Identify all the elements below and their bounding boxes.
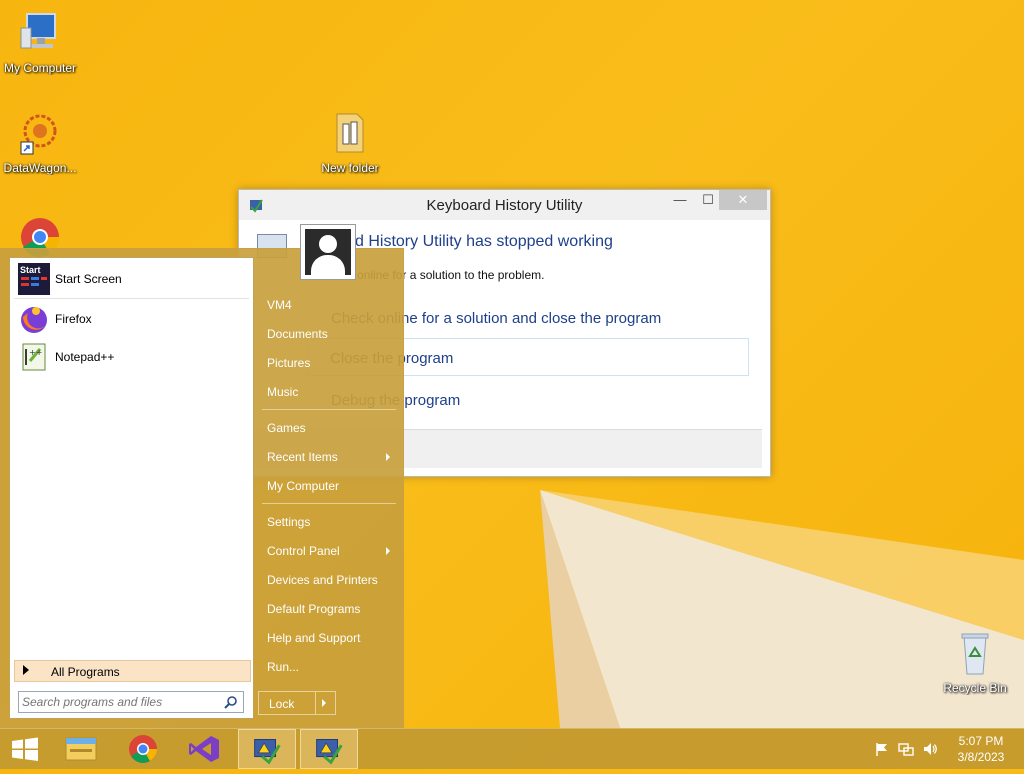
program-notepad-plus-plus[interactable]: ++ Notepad++ (14, 340, 250, 374)
network-icon[interactable] (898, 741, 914, 757)
menu-item-music[interactable]: Music (258, 380, 398, 404)
menu-item-settings[interactable]: Settings (258, 510, 398, 534)
desktop-icon-label: My Computer (3, 61, 77, 75)
divider (262, 503, 396, 504)
search-icon[interactable] (224, 695, 238, 709)
menu-item-help-and-support[interactable]: Help and Support (258, 626, 398, 650)
program-firefox[interactable]: Firefox (14, 302, 250, 336)
start-menu: Start Start Screen Firefox ++ Notepad++ … (0, 248, 404, 728)
menu-item-documents[interactable]: Documents (258, 322, 398, 346)
menu-item-pictures[interactable]: Pictures (258, 351, 398, 375)
menu-item-label: Settings (267, 515, 311, 529)
submenu-arrow-icon (386, 547, 390, 555)
program-label: Notepad++ (55, 350, 115, 364)
menu-item-label: Music (267, 385, 299, 399)
computer-icon (20, 13, 56, 49)
menu-item-label: Run... (267, 660, 300, 674)
menu-item-label: Documents (267, 327, 328, 341)
notepad-plus-plus-icon: ++ (22, 343, 46, 371)
menu-item-label: Default Programs (267, 602, 361, 616)
desktop-icon-label: DataWagon... (3, 161, 77, 175)
search-input[interactable] (22, 694, 218, 710)
user-picture[interactable] (300, 224, 356, 280)
taskbar: 5:07 PM 3/8/2023 (0, 728, 1024, 769)
minimize-button[interactable]: — (669, 190, 691, 210)
divider (315, 692, 316, 714)
menu-item-games[interactable]: Games (258, 416, 398, 440)
taskbar-chrome[interactable] (118, 729, 168, 769)
menu-item-my-computer[interactable]: My Computer (258, 474, 398, 498)
start-menu-places-pane: VM4 Documents Pictures Music Games Recen… (258, 249, 405, 727)
start-menu-programs-pane: Start Start Screen Firefox ++ Notepad++ … (9, 257, 254, 719)
desktop-icon-datawagon[interactable]: DataWagon... (0, 110, 82, 175)
datawagon-icon (20, 114, 57, 155)
program-label: Start Screen (55, 272, 122, 286)
menu-item-label: Recent Items (267, 450, 338, 464)
menu-item-run[interactable]: Run... (258, 655, 398, 679)
menu-item-label: My Computer (267, 479, 340, 493)
menu-item-default-programs[interactable]: Default Programs (258, 597, 398, 621)
menu-item-control-panel[interactable]: Control Panel (258, 539, 398, 563)
flag-icon[interactable] (874, 741, 890, 757)
desktop-icon-my-computer[interactable]: My Computer (0, 10, 82, 75)
warning-app-icon (254, 739, 281, 765)
menu-item-devices-and-printers[interactable]: Devices and Printers (258, 568, 398, 592)
start-screen-icon-text: Start (20, 265, 41, 275)
menu-item-label: Devices and Printers (267, 573, 378, 587)
start-button[interactable] (0, 729, 50, 769)
menu-item-label: Help and Support (267, 631, 361, 645)
chrome-icon (129, 735, 157, 763)
program-start-screen[interactable]: Start Start Screen (14, 262, 250, 296)
menu-item-label: Games (267, 421, 306, 435)
user-avatar-icon (305, 229, 351, 275)
clock-date: 3/8/2023 (957, 750, 1005, 764)
taskbar-visual-studio[interactable] (180, 729, 230, 769)
all-programs-label: All Programs (51, 665, 120, 679)
taskbar-clock[interactable]: 5:07 PM 3/8/2023 (950, 733, 1012, 765)
power-options-arrow-icon[interactable] (322, 699, 326, 707)
lock-button[interactable]: Lock (258, 691, 336, 715)
menu-item-label: Pictures (267, 356, 311, 370)
divider (262, 409, 396, 410)
warning-app-icon (316, 739, 343, 765)
all-programs-button[interactable]: All Programs (14, 660, 251, 682)
program-label: Firefox (55, 312, 92, 326)
taskbar-warning-app[interactable] (238, 729, 296, 769)
windows-start-icon (12, 737, 38, 761)
dialog-titlebar[interactable]: Keyboard History Utility — ☐ ✕ (239, 190, 770, 220)
desktop-icon-new-folder[interactable]: New folder (308, 110, 392, 175)
firefox-icon (21, 307, 47, 333)
svg-text:++: ++ (29, 348, 42, 357)
taskbar-warning-app-2[interactable] (300, 729, 358, 769)
clock-time: 5:07 PM (958, 734, 1004, 748)
folder-icon (336, 113, 364, 153)
desktop-icon-label: New folder (321, 161, 379, 175)
submenu-arrow-icon (386, 453, 390, 461)
divider (14, 298, 249, 299)
menu-item-label: VM4 (267, 298, 292, 312)
recycle-bin-icon (961, 633, 989, 675)
maximize-button[interactable]: ☐ (697, 190, 719, 210)
desktop-icon-recycle-bin[interactable]: Recycle Bin (933, 630, 1017, 695)
volume-icon[interactable] (922, 741, 938, 757)
menu-item-label: Control Panel (267, 544, 340, 558)
menu-item-vm4[interactable]: VM4 (258, 293, 398, 317)
arrow-right-icon (23, 665, 29, 675)
lock-label: Lock (269, 697, 295, 711)
desktop-icon-label: Recycle Bin (943, 681, 1007, 695)
menu-item-recent-items[interactable]: Recent Items (258, 445, 398, 469)
start-screen-icon: Start (18, 263, 50, 295)
visual-studio-icon (189, 736, 219, 762)
close-button[interactable]: ✕ (719, 190, 767, 210)
taskbar-file-explorer[interactable] (56, 729, 106, 769)
file-explorer-icon (65, 737, 97, 761)
search-box[interactable] (18, 691, 244, 713)
